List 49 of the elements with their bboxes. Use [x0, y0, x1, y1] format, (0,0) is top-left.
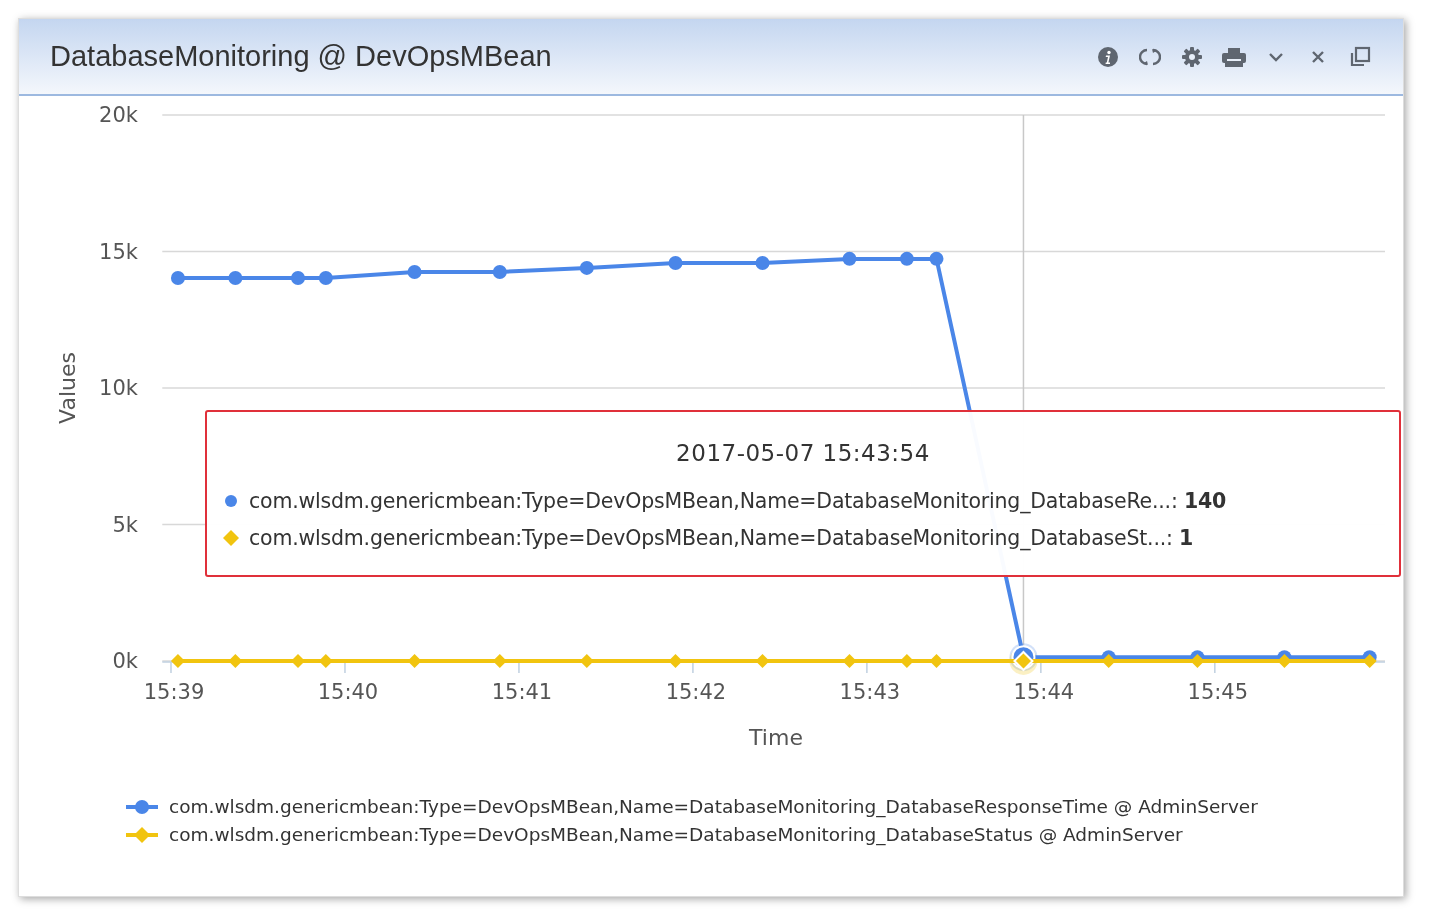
data-point	[579, 260, 594, 275]
x-axis-label: 15:42	[665, 680, 727, 704]
data-point	[668, 255, 683, 270]
diamond-marker-icon	[223, 529, 239, 546]
y-axis-label: 15k	[99, 239, 138, 264]
x-axis-label: 15:43	[839, 680, 901, 704]
y-axis-label: 5k	[112, 512, 138, 537]
tooltip-title: 2017-05-07 15:43:54	[675, 440, 931, 466]
data-point	[170, 271, 185, 285]
data-point	[842, 653, 857, 668]
data-point	[407, 653, 422, 668]
data-point	[755, 255, 770, 270]
data-point	[492, 265, 507, 279]
window-title: DatabaseMonitoring @ DevOpsMBean	[50, 40, 552, 73]
tooltip-row: com.wlsdm.genericmbean:Type=DevOpsMBean,Name=DatabaseMonitoring_DatabaseRe...: 140	[249, 488, 1227, 513]
data-point	[899, 251, 914, 266]
data-point	[668, 653, 683, 668]
x-axis-label: 15:39	[143, 680, 205, 704]
data-point	[929, 653, 944, 668]
data-point	[407, 265, 422, 279]
x-axis-label: 15:44	[1013, 680, 1075, 704]
data-point	[318, 271, 333, 285]
data-point	[929, 251, 944, 266]
y-axis-label: 0k	[112, 649, 138, 673]
x-axis-label: 15:41	[491, 680, 553, 704]
x-axis-label: 15:45	[1187, 680, 1249, 704]
circle-marker-icon	[223, 492, 239, 509]
tooltip-row: com.wlsdm.genericmbean:Type=DevOpsMBean,Name=DatabaseMonitoring_DatabaseSt...: 1	[249, 525, 1194, 550]
data-point	[492, 653, 507, 668]
line-circle-icon	[125, 798, 159, 815]
y-axis-label: 20k	[99, 103, 138, 127]
data-point	[170, 653, 185, 668]
data-point	[291, 271, 305, 285]
data-point	[291, 653, 305, 668]
y-axis-label: 10k	[99, 376, 138, 400]
data-point	[842, 251, 857, 266]
x-axis-title: Time	[749, 725, 803, 750]
x-axis-label: 15:40	[317, 680, 379, 704]
data-point	[318, 653, 333, 668]
data-point	[579, 653, 594, 668]
data-point	[899, 653, 914, 668]
legend-item[interactable]: com.wlsdm.genericmbean:Type=DevOpsMBean,Name=DatabaseMonitoring_DatabaseStatus @ AdminServer	[125, 824, 1403, 845]
line-diamond-icon	[125, 826, 159, 843]
data-point	[755, 653, 770, 668]
data-point	[228, 271, 243, 285]
legend-item[interactable]: com.wlsdm.genericmbean:Type=DevOpsMBean,Name=DatabaseMonitoring_DatabaseResponseTime @ AdminServer	[125, 796, 1403, 817]
data-point	[228, 653, 243, 668]
data-point	[1013, 650, 1034, 672]
y-axis-title: Values	[55, 352, 80, 424]
